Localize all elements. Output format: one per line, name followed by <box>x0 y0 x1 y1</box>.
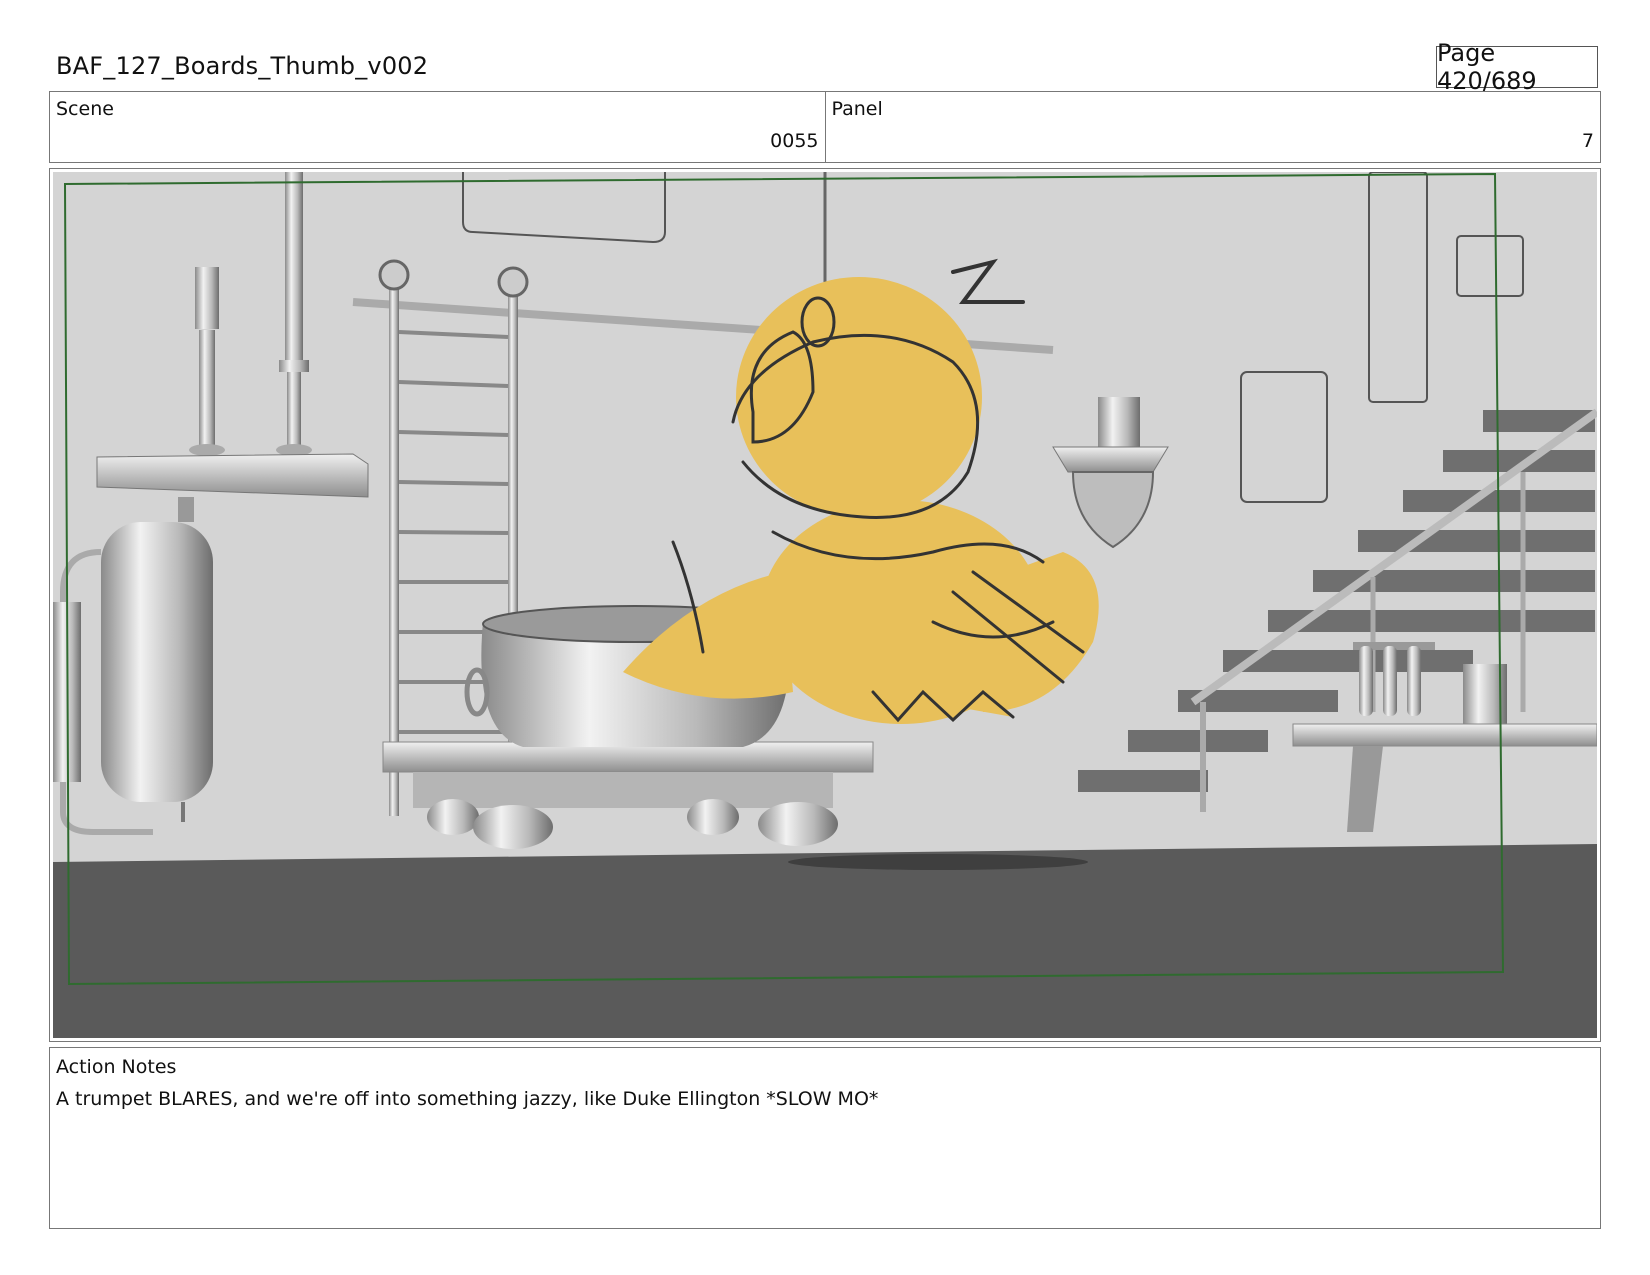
tall-candle <box>285 172 303 360</box>
scene-value: 0055 <box>770 130 819 152</box>
scene-cell: Scene 0055 <box>50 92 825 162</box>
panel-value: 7 <box>1581 130 1594 152</box>
floor <box>53 844 1597 1038</box>
document-title: BAF_127_Boards_Thumb_v002 <box>56 52 429 80</box>
action-notes: Action Notes A trumpet BLARES, and we're… <box>49 1047 1601 1229</box>
bird-shadow <box>788 854 1088 870</box>
panel-cell: Panel 7 <box>824 92 1601 162</box>
page-number: Page 420/689 <box>1436 39 1598 95</box>
storyboard-frame <box>49 168 1601 1042</box>
action-notes-label: Action Notes <box>56 1056 177 1078</box>
panel-label: Panel <box>831 98 883 120</box>
scene-label: Scene <box>56 98 114 120</box>
storyboard-image <box>53 172 1597 1038</box>
action-notes-text: A trumpet BLARES, and we're off into som… <box>56 1088 879 1110</box>
scene-panel-row: Scene 0055 Panel 7 <box>49 91 1601 163</box>
